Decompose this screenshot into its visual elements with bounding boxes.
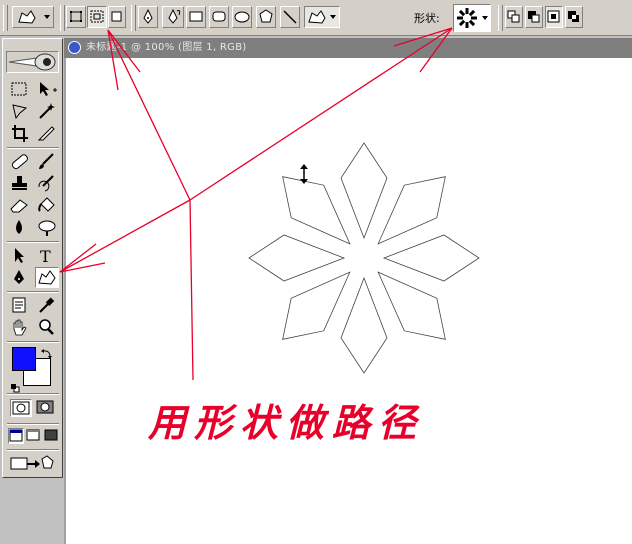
annotation-arrows xyxy=(59,27,453,381)
foreground-color-swatch[interactable] xyxy=(12,347,36,371)
annotation-caption: 用形状做路径 xyxy=(148,400,425,445)
